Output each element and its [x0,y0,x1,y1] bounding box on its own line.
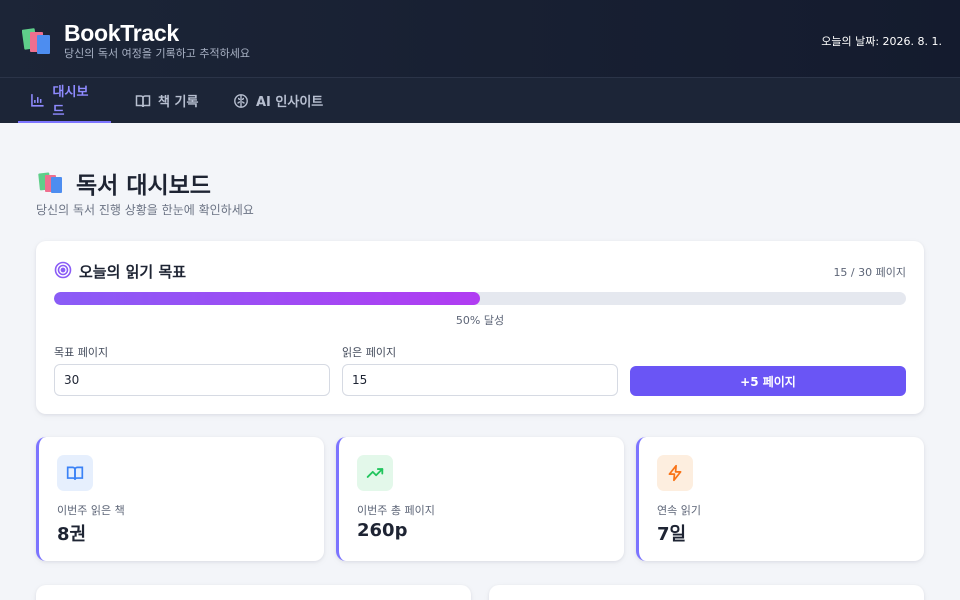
brain-icon [234,93,248,108]
stat-label: 이번주 총 페이지 [357,504,435,517]
goal-progress-bar [54,292,906,305]
chart-bar-icon [31,93,44,107]
stat-label: 연속 읽기 [657,504,701,517]
tab-book-records-label: 책 기록 [158,95,199,110]
read-pages-input[interactable] [342,364,618,396]
daily-goal-card: 오늘의 읽기 목표 15 / 30 페이지 50% 달성 목표 페이지 읽은 페… [36,241,924,414]
stat-icon-box [57,455,93,491]
target-icon [54,261,72,279]
lightning-icon [668,464,682,482]
stat-value: 260p [357,520,408,541]
tab-dashboard[interactable]: 대시보드 [18,78,111,123]
bottom-card-right [489,585,924,600]
book-open-icon [66,466,84,480]
tab-ai-insight-label: AI 인사이트 [256,95,324,110]
books-icon [38,172,62,193]
read-pages-label: 읽은 페이지 [342,346,397,359]
add-five-pages-button[interactable]: +5 페이지 [630,366,906,396]
stat-card-weekly-pages: 이번주 총 페이지 260p [336,437,624,561]
book-open-icon [135,94,151,107]
stat-icon-box [357,455,393,491]
app-subtitle: 당신의 독서 여정을 기록하고 추적하세요 [64,47,251,60]
stat-value: 8권 [57,524,87,545]
target-pages-label: 목표 페이지 [54,346,109,359]
target-pages-input[interactable] [54,364,330,396]
goal-progress-label: 50% 달성 [455,314,505,327]
stat-icon-box [657,455,693,491]
bottom-card-left [36,585,471,600]
tab-dashboard-label: 대시보드 [52,84,89,119]
books-logo-icon [22,28,50,54]
trending-up-icon [366,468,384,478]
tab-book-records[interactable]: 책 기록 [123,78,210,123]
page-title: 독서 대시보드 [76,173,211,199]
app-title: BookTrack [64,20,179,46]
page-subtitle: 당신의 독서 진행 상황을 한눈에 확인하세요 [36,203,254,217]
goal-title: 오늘의 읽기 목표 [79,263,187,281]
today-date: 오늘의 날짜: 2026. 8. 1. [821,35,942,48]
stat-card-weekly-books: 이번주 읽은 책 8권 [36,437,324,561]
stat-value: 7일 [657,524,687,545]
app-header: BookTrack 당신의 독서 여정을 기록하고 추적하세요 오늘의 날짜: … [0,0,960,78]
stat-label: 이번주 읽은 책 [57,504,125,517]
goal-progress-fill [54,292,480,305]
stat-card-reading-streak: 연속 읽기 7일 [636,437,924,561]
goal-page-count: 15 / 30 페이지 [833,266,906,279]
tab-ai-insight[interactable]: AI 인사이트 [221,78,335,123]
main-nav: 대시보드 책 기록 AI 인사이트 [0,78,960,123]
